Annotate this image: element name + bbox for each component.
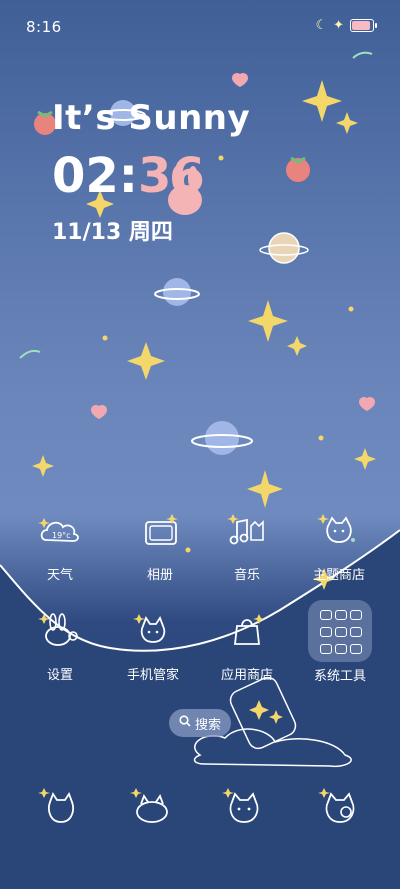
mini-app-icon xyxy=(350,644,362,654)
mini-app-icon xyxy=(350,610,362,620)
planet-icon xyxy=(191,421,253,455)
folder-label-wrap: 系统工具 xyxy=(300,665,380,684)
cat-camera-icon xyxy=(318,788,355,823)
clock-widget[interactable]: 02:36 xyxy=(52,148,205,204)
app-weather[interactable]: 19°c 天气 xyxy=(20,506,100,583)
star-icon xyxy=(287,336,307,356)
weather-text[interactable]: It’s Sunny xyxy=(52,98,250,138)
battery-icon xyxy=(350,19,377,32)
app-app-store[interactable]: 应用商店 xyxy=(207,606,287,683)
bag-store-icon xyxy=(223,606,271,654)
star-icon xyxy=(127,342,165,380)
strawberry-icon xyxy=(286,156,310,182)
bunny-settings-icon xyxy=(36,606,84,654)
dock-app-camera[interactable] xyxy=(316,784,364,832)
app-label: 设置 xyxy=(46,668,73,683)
star-icon xyxy=(302,80,342,122)
mini-app-icon xyxy=(335,627,347,637)
star-icon xyxy=(336,112,358,134)
search-icon xyxy=(179,715,191,731)
app-label: 相册 xyxy=(146,568,173,583)
mini-app-icon xyxy=(335,644,347,654)
date-text[interactable]: 11/13 周四 xyxy=(52,214,173,246)
star-icon xyxy=(32,455,54,477)
status-icons: ☾ ✦ xyxy=(315,18,377,33)
moon-icon: ☾ xyxy=(315,18,328,33)
dock-app-phone[interactable] xyxy=(36,784,84,832)
clock-hours: 02 xyxy=(52,148,119,204)
star-icon xyxy=(354,448,376,470)
folder-label: 系统工具 xyxy=(313,669,366,684)
photo-album-icon xyxy=(136,506,184,554)
app-label: 音乐 xyxy=(233,568,260,583)
app-music[interactable]: 音乐 xyxy=(207,506,287,583)
cat-planet-icon xyxy=(259,232,309,264)
cat-browser-icon xyxy=(222,788,259,823)
mini-app-icon xyxy=(335,610,347,620)
clock-separator: : xyxy=(118,148,138,204)
cat-phone-icon xyxy=(38,788,74,823)
cat-manager-icon xyxy=(129,606,177,654)
home-screen: 8:16 ☾ ✦ It’s Sunny 02:36 11/13 周四 19°c … xyxy=(0,0,400,889)
app-label: 手机管家 xyxy=(126,668,179,683)
cloud-weather-icon: 19°c xyxy=(36,506,84,554)
dock-app-browser[interactable] xyxy=(220,784,268,832)
cat-message-icon xyxy=(130,788,168,823)
app-theme-store[interactable]: 主题商店 xyxy=(299,506,379,583)
app-label: 天气 xyxy=(46,568,73,583)
status-bar: 8:16 ☾ ✦ xyxy=(0,0,400,52)
folder-system-tools[interactable] xyxy=(308,600,372,662)
dock-app-messages[interactable] xyxy=(128,784,176,832)
heart-icon xyxy=(232,72,249,87)
mini-app-icon xyxy=(320,644,332,654)
clock-minutes: 36 xyxy=(138,148,205,204)
mini-app-icon xyxy=(320,627,332,637)
cat-theme-icon xyxy=(315,506,363,554)
planet-icon xyxy=(154,278,200,306)
mini-app-icon xyxy=(350,627,362,637)
weather-temp-badge: 19°c xyxy=(52,531,71,540)
search-label: 搜索 xyxy=(194,717,221,733)
sparkle-icon: ✦ xyxy=(333,18,344,33)
app-label: 应用商店 xyxy=(220,668,273,683)
app-label: 主题商店 xyxy=(312,568,365,583)
music-note-icon xyxy=(223,506,271,554)
app-settings[interactable]: 设置 xyxy=(20,606,100,683)
mini-app-icon xyxy=(320,610,332,620)
app-album[interactable]: 相册 xyxy=(120,506,200,583)
search-button[interactable]: 搜索 xyxy=(169,709,231,737)
star-icon xyxy=(247,470,283,508)
app-phone-manager[interactable]: 手机管家 xyxy=(113,606,193,683)
star-icon xyxy=(248,300,288,342)
status-time: 8:16 xyxy=(26,18,62,36)
heart-icon xyxy=(91,405,107,419)
heart-icon xyxy=(359,397,375,411)
